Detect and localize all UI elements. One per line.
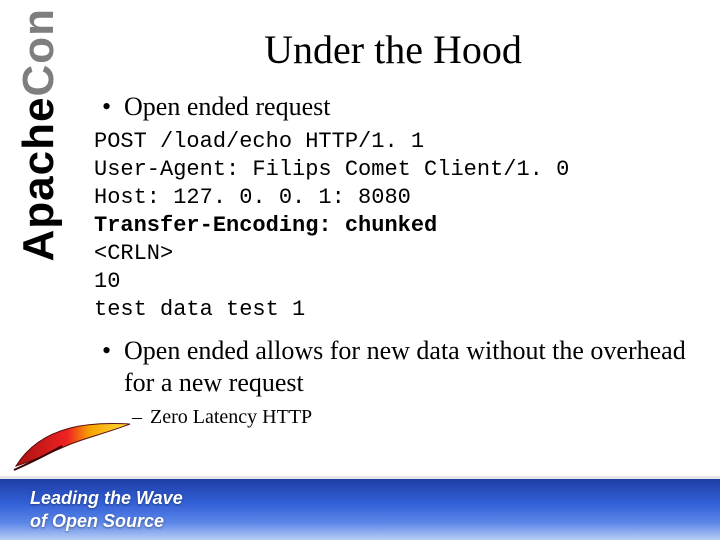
code-line-4: Transfer-Encoding: chunked	[94, 213, 437, 238]
footer-line2: of Open Source	[30, 510, 183, 533]
code-line-5: <CRLN>	[94, 241, 173, 266]
sub-bullet-list: Zero Latency HTTP	[132, 404, 696, 430]
brand-apache: Apache	[14, 97, 63, 262]
code-line-3: Host: 127. 0. 0. 1: 8080	[94, 185, 411, 210]
code-block: POST /load/echo HTTP/1. 1 User-Agent: Fi…	[94, 128, 696, 325]
code-line-2: User-Agent: Filips Comet Client/1. 0	[94, 157, 569, 182]
bullet-list: Open ended request	[102, 91, 696, 124]
brand-strip: ApacheCon	[10, 8, 68, 428]
code-line-6: 10	[94, 269, 120, 294]
code-line-1: POST /load/echo HTTP/1. 1	[94, 129, 424, 154]
brand-logo-text: ApacheCon	[14, 8, 64, 261]
content-area: Under the Hood Open ended request POST /…	[90, 26, 696, 430]
brand-con: Con	[14, 8, 63, 97]
footer-bar: Leading the Wave of Open Source	[0, 476, 720, 540]
bullet-item-1: Open ended request	[102, 91, 696, 124]
footer-line1: Leading the Wave	[30, 487, 183, 510]
footer-tagline: Leading the Wave of Open Source	[30, 487, 183, 532]
slide: ApacheCon Leading the Wave of Open Sourc…	[0, 0, 720, 540]
bullet-item-2: Open ended allows for new data without t…	[102, 335, 696, 400]
sub-bullet-1: Zero Latency HTTP	[132, 404, 696, 430]
bullet-list-2: Open ended allows for new data without t…	[102, 335, 696, 400]
code-line-7: test data test 1	[94, 297, 305, 322]
slide-title: Under the Hood	[90, 26, 696, 73]
